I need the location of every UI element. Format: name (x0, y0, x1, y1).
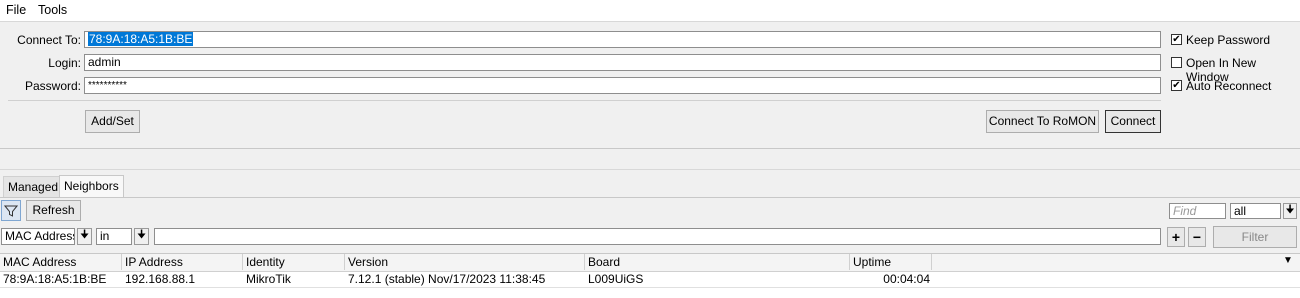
open-new-window-checkbox[interactable] (1171, 57, 1182, 68)
login-input[interactable]: admin (84, 54, 1161, 71)
connect-to-value: 78:9A:18:A5:1B:BE (88, 32, 194, 46)
tab-divider (0, 197, 1300, 198)
add-filter-button[interactable]: + (1167, 227, 1185, 247)
connect-romon-button[interactable]: Connect To RoMON (986, 110, 1099, 133)
operator-dropdown-icon[interactable]: 🠋 (134, 228, 149, 245)
cell-version[interactable]: 7.12.1 (stable) Nov/17/2023 11:38:45 (345, 271, 585, 287)
connect-to-input[interactable]: 78:9A:18:A5:1B:BE (84, 31, 1161, 48)
remove-filter-button[interactable]: − (1188, 227, 1206, 247)
menu-tools[interactable]: Tools (38, 3, 67, 17)
col-uptime-header[interactable]: Uptime (850, 254, 932, 270)
tab-neighbors[interactable]: Neighbors (59, 175, 124, 197)
find-input[interactable]: Find (1169, 203, 1226, 219)
filter-value-input[interactable] (154, 228, 1161, 245)
field-dropdown-icon[interactable]: 🠋 (77, 228, 92, 245)
auto-reconnect-checkbox[interactable]: ✔ (1171, 80, 1182, 91)
neighbors-table: MAC Address IP Address Identity Version … (0, 253, 1300, 298)
find-scope-select[interactable]: all (1230, 203, 1281, 219)
filter-operator-select[interactable]: in (96, 228, 132, 245)
cell-mac[interactable]: 78:9A:18:A5:1B:BE (0, 271, 122, 287)
col-board-header[interactable]: Board (585, 254, 850, 270)
cell-uptime[interactable]: 00:04:04 (850, 271, 932, 287)
tab-managed[interactable]: Managed (3, 176, 64, 197)
cell-board[interactable]: L009UiGS (585, 271, 850, 287)
connect-to-label: Connect To: (17, 33, 81, 47)
cell-identity[interactable]: MikroTik (243, 271, 345, 287)
keep-password-label: Keep Password (1186, 33, 1271, 47)
section-divider (0, 148, 1300, 149)
col-version-header[interactable]: Version (345, 254, 585, 270)
filter-field-select[interactable]: MAC Address (1, 228, 75, 245)
check-icon: ✔ (1172, 34, 1181, 45)
refresh-button[interactable]: Refresh (26, 200, 81, 221)
form-divider (8, 100, 1161, 101)
filter-toggle-button[interactable] (1, 200, 21, 221)
password-label: Password: (24, 79, 81, 93)
password-input[interactable]: ********** (84, 77, 1161, 94)
cell-ip[interactable]: 192.168.88.1 (122, 271, 243, 287)
filter-button[interactable]: Filter (1213, 226, 1297, 248)
row-divider (0, 287, 1300, 288)
columns-dropdown-icon[interactable]: ▼ (1283, 255, 1293, 266)
scope-dropdown-icon[interactable]: 🠋 (1283, 203, 1297, 219)
menu-file[interactable]: File (6, 3, 26, 17)
col-mac-header[interactable]: MAC Address (0, 254, 122, 270)
auto-reconnect-label: Auto Reconnect (1186, 79, 1272, 93)
funnel-icon (3, 205, 19, 217)
connect-button[interactable]: Connect (1105, 110, 1161, 133)
col-identity-header[interactable]: Identity (243, 254, 345, 270)
menu-bar: File Tools (0, 0, 1300, 22)
add-set-button[interactable]: Add/Set (85, 110, 140, 133)
col-ip-header[interactable]: IP Address (122, 254, 243, 270)
keep-password-checkbox[interactable]: ✔ (1171, 34, 1182, 45)
login-label: Login: (48, 56, 81, 70)
section-divider (0, 169, 1300, 170)
check-icon: ✔ (1172, 80, 1181, 91)
